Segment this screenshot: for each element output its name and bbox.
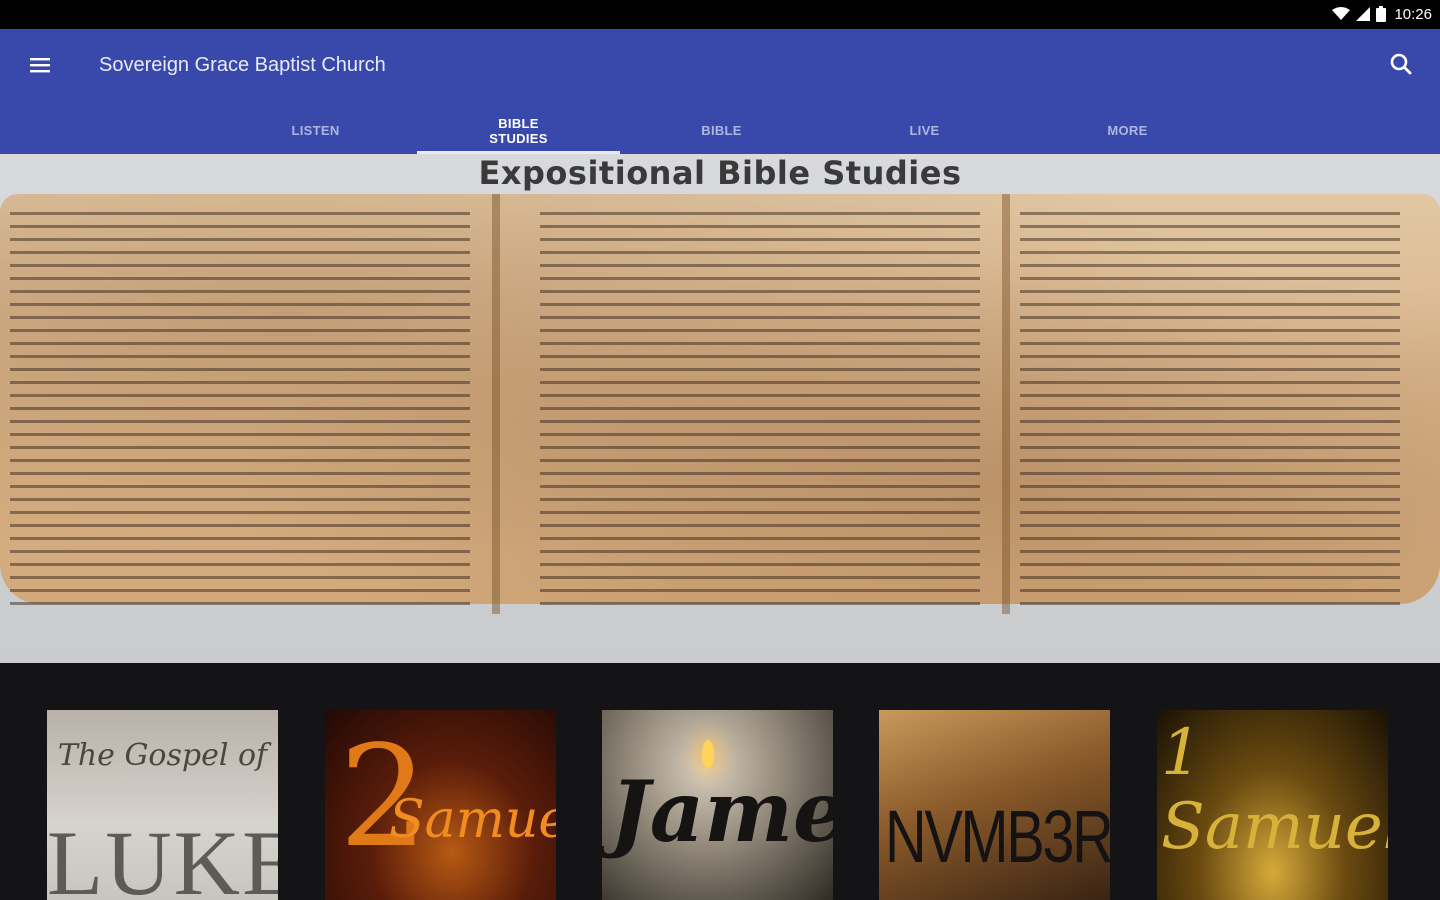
tab-label: LISTEN xyxy=(291,123,340,138)
signal-icon xyxy=(1356,7,1371,21)
search-button[interactable] xyxy=(1386,49,1416,79)
status-bar: 10:26 xyxy=(0,0,1440,29)
tab-listen[interactable]: LISTEN xyxy=(214,107,417,154)
series-title: James xyxy=(610,762,833,861)
series-title: 1 Samuel xyxy=(1161,716,1388,864)
menu-button[interactable] xyxy=(24,51,60,79)
series-title: Samuel xyxy=(389,790,556,850)
series-card-james[interactable]: James xyxy=(602,710,833,900)
scroll-text-column xyxy=(1020,212,1400,612)
tab-bar: LISTEN BIBLE STUDIES BIBLE LIVE MORE xyxy=(214,107,1229,154)
scroll-text-column xyxy=(10,212,470,612)
tab-label: BIBLE STUDIES xyxy=(489,115,548,146)
battery-icon xyxy=(1376,6,1387,22)
wifi-icon xyxy=(1332,7,1351,20)
series-card-2-samuel[interactable]: 2 Samuel xyxy=(325,710,556,900)
hero-title: Expositional Bible Studies xyxy=(478,154,962,192)
scroll-seam xyxy=(1002,194,1010,614)
app-title: Sovereign Grace Baptist Church xyxy=(99,54,386,76)
series-title: LUKE xyxy=(47,812,278,900)
scroll-seam xyxy=(492,194,500,614)
status-icons: 10:26 xyxy=(1332,4,1432,24)
tab-label: BIBLE xyxy=(701,123,742,138)
tab-bible-studies[interactable]: BIBLE STUDIES xyxy=(417,107,620,154)
hero-banner: Expositional Bible Studies xyxy=(0,154,1440,663)
series-card-luke[interactable]: The Gospel of LUKE xyxy=(47,710,278,900)
series-subtitle: The Gospel of xyxy=(57,738,268,773)
tab-label: LIVE xyxy=(909,123,940,138)
series-grid: The Gospel of LUKE 2 Samuel James NVMB3R… xyxy=(0,663,1440,900)
hamburger-menu-icon xyxy=(30,58,50,73)
tab-more[interactable]: MORE xyxy=(1026,107,1229,154)
series-card-numbers[interactable]: NVMB3RS xyxy=(879,710,1110,900)
series-card-1-samuel[interactable]: 1 Samuel xyxy=(1157,710,1388,900)
scroll-text-column xyxy=(540,212,980,612)
app-bar: Sovereign Grace Baptist Church LISTEN BI… xyxy=(0,29,1440,154)
tab-live[interactable]: LIVE xyxy=(823,107,1026,154)
search-icon xyxy=(1390,53,1412,75)
series-title: NVMB3RS xyxy=(885,795,1110,878)
tab-bible[interactable]: BIBLE xyxy=(620,107,823,154)
status-time: 10:26 xyxy=(1394,5,1432,23)
tab-label: MORE xyxy=(1107,123,1148,138)
